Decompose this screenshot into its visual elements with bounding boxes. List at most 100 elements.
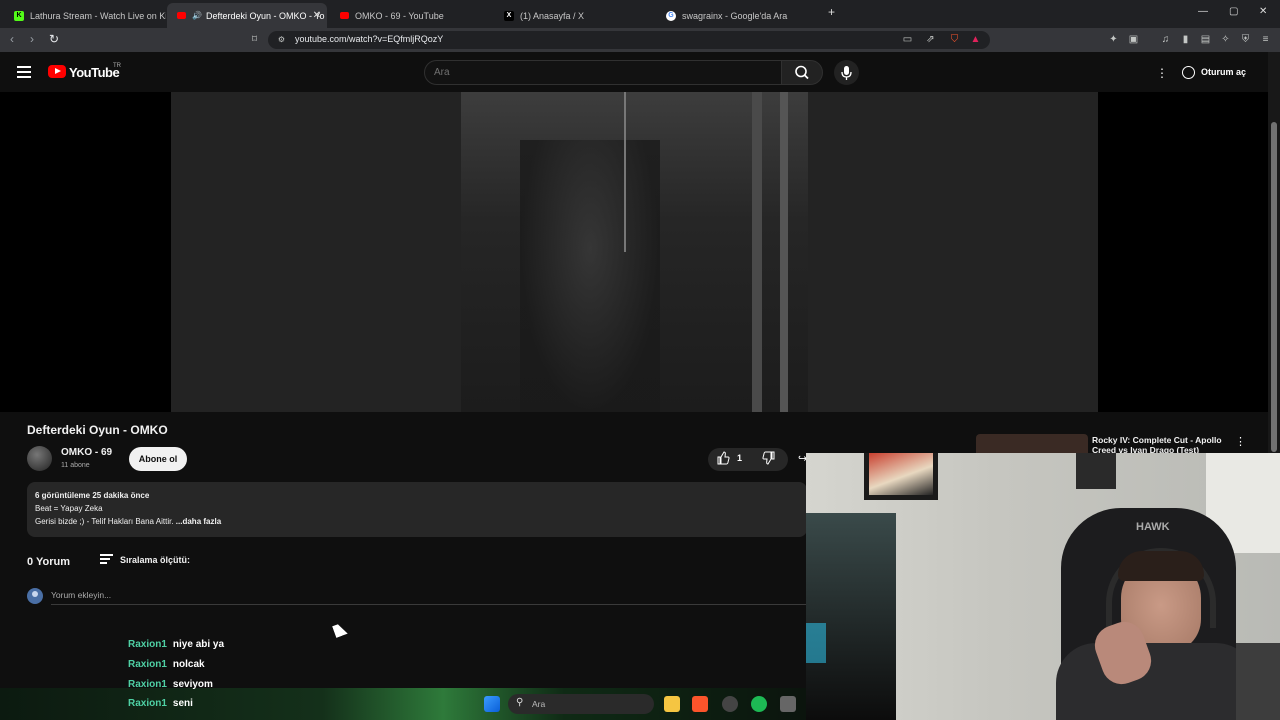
media-icon[interactable]: ♫	[1160, 34, 1171, 45]
speaker-icon: 🔊	[192, 11, 202, 20]
description-line: Gerisi bizde ;) - Telif Hakları Bana Ait…	[35, 517, 221, 526]
torso	[1056, 643, 1256, 720]
video-figure	[520, 140, 660, 412]
site-info-icon[interactable]: ⚙	[276, 34, 287, 45]
vpn-icon[interactable]: ⛨	[1240, 34, 1251, 45]
youtube-wordmark[interactable]: YouTube	[69, 65, 120, 80]
tab-kick[interactable]: K Lathura Stream - Watch Live on Kick	[4, 3, 166, 28]
taskbar-search[interactable]	[508, 694, 654, 714]
windows-start-icon[interactable]	[484, 696, 500, 712]
close-tab-icon[interactable]: ✕	[313, 10, 321, 21]
voice-search-button[interactable]	[834, 60, 859, 85]
chat-text: nolcak	[172, 659, 205, 670]
hamburger-menu-icon[interactable]	[17, 66, 31, 78]
search-placeholder: Ara	[434, 67, 450, 78]
view-stats: 6 görüntüleme 25 dakika önce	[35, 491, 150, 500]
search-icon	[795, 65, 809, 80]
brave-browser-icon[interactable]	[692, 696, 708, 712]
video-title: Defterdeki Oyun - OMKO	[27, 423, 168, 437]
brave-shields-icon[interactable]: ⛉	[949, 34, 960, 45]
screenshot-icon[interactable]: ▣	[1128, 34, 1139, 45]
video-detail	[624, 92, 626, 252]
video-detail	[780, 92, 788, 412]
taskbar-search-placeholder: Ara	[532, 699, 546, 709]
spotify-icon[interactable]	[751, 696, 767, 712]
tab-title: Lathura Stream - Watch Live on Kick	[30, 10, 166, 21]
back-icon[interactable]: ‹	[10, 32, 14, 46]
install-app-icon[interactable]: ▭	[902, 34, 913, 45]
tab-omko-channel[interactable]: OMKO - 69 - YouTube	[330, 3, 490, 28]
obs-icon[interactable]	[722, 696, 738, 712]
file-explorer-icon[interactable]	[664, 696, 680, 712]
show-more-link[interactable]: ...daha fazla	[176, 517, 221, 526]
mouse-cursor-icon	[332, 622, 348, 638]
video-detail	[752, 92, 762, 412]
dislike-icon[interactable]	[762, 451, 776, 468]
chat-username: Raxion1	[128, 698, 167, 709]
description-line: Beat = Yapay Zeka	[35, 504, 103, 513]
sort-icon[interactable]	[100, 554, 113, 566]
webcam-overlay: HAWK	[806, 453, 1280, 720]
search-button[interactable]	[781, 60, 823, 85]
signin-button[interactable]: Oturum aç	[1182, 63, 1246, 81]
url-text[interactable]: youtube.com/watch?v=EQfmljRQozY	[295, 34, 443, 44]
bookmark-icon[interactable]: ⌑	[249, 34, 260, 45]
tab-youtube-active[interactable]: 🔊 Defterdeki Oyun - OMKO - Yo ✕	[167, 3, 327, 28]
brave-rewards-icon[interactable]: ▲	[970, 34, 981, 45]
leo-ai-icon[interactable]: ✧	[1220, 34, 1231, 45]
share-page-icon[interactable]: ⇗	[925, 34, 936, 45]
subscribe-button[interactable]: Abone ol	[129, 447, 187, 471]
wallet-icon[interactable]: ▤	[1200, 34, 1211, 45]
chat-message: Raxion1 seviyom	[128, 679, 213, 690]
chat-text: niye abi ya	[172, 639, 225, 650]
chat-text: seviyom	[172, 679, 213, 690]
search-input[interactable]	[424, 60, 782, 85]
scrollbar-thumb[interactable]	[1271, 122, 1277, 452]
youtube-logo-icon[interactable]	[48, 65, 66, 78]
user-avatar-icon	[27, 588, 43, 604]
new-tab-button[interactable]: +	[828, 5, 835, 19]
dog-painting	[869, 453, 933, 495]
tab-title: (1) Anasayfa / X	[520, 10, 585, 21]
reload-icon[interactable]: ↻	[49, 32, 59, 46]
app-icon[interactable]	[780, 696, 796, 712]
chat-message: Raxion1 niye abi ya	[128, 639, 224, 650]
chat-username: Raxion1	[128, 679, 167, 690]
country-code: TR	[113, 63, 121, 69]
kick-icon: K	[14, 10, 24, 21]
tab-title: Defterdeki Oyun - OMKO - Yo	[205, 10, 325, 21]
like-count[interactable]: 1	[737, 453, 742, 463]
sidebar-icon[interactable]: ▮	[1180, 34, 1191, 45]
comment-input[interactable]: Yorum ekleyin...	[51, 590, 111, 600]
close-window-button[interactable]: ✕	[1259, 6, 1267, 17]
rgb-light	[806, 623, 826, 663]
chat-message: Raxion1 nolcak	[128, 659, 205, 670]
sort-button[interactable]: Sıralama ölçütü:	[120, 555, 190, 565]
x-icon: X	[504, 10, 514, 21]
comment-count: 0 Yorum	[27, 556, 70, 568]
recommended-title[interactable]: Rocky IV: Complete Cut - Apollo Creed vs…	[1092, 435, 1232, 453]
youtube-icon	[340, 12, 349, 19]
forward-icon[interactable]: ›	[30, 32, 34, 46]
tab-x[interactable]: X (1) Anasayfa / X	[494, 3, 656, 28]
recommended-thumbnail[interactable]	[976, 434, 1088, 454]
settings-kebab-icon[interactable]: ⋮	[1156, 66, 1168, 80]
signin-label: Oturum aç	[1201, 67, 1247, 77]
recommended-menu-icon[interactable]: ⋮	[1235, 435, 1246, 448]
like-icon[interactable]	[716, 451, 730, 468]
browser-tab-strip: K Lathura Stream - Watch Live on Kick 🔊 …	[0, 0, 1280, 28]
chair-logo: HAWK	[1136, 521, 1170, 533]
chair-side	[1236, 643, 1280, 720]
account-icon	[1182, 65, 1195, 79]
extensions-icon[interactable]: ✦	[1108, 34, 1119, 45]
microphone-icon	[841, 66, 852, 80]
tab-google[interactable]: G swagrainx - Google'da Ara	[656, 3, 818, 28]
maximize-button[interactable]: ▢	[1229, 6, 1238, 17]
browser-menu-icon[interactable]: ≡	[1260, 34, 1271, 45]
channel-name[interactable]: OMKO - 69	[61, 447, 112, 458]
comment-input-underline	[51, 604, 807, 605]
minimize-button[interactable]: —	[1198, 6, 1208, 17]
chat-username: Raxion1	[128, 639, 167, 650]
channel-avatar[interactable]	[27, 446, 52, 471]
description-text: Gerisi bizde ;) - Telif Hakları Bana Ait…	[35, 517, 176, 526]
